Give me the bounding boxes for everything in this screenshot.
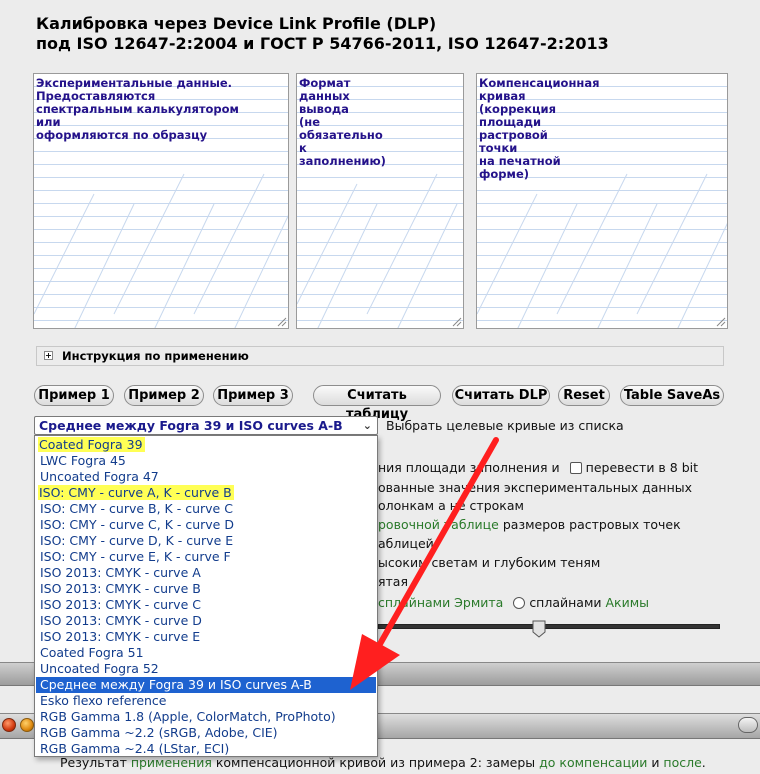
dropdown-option[interactable]: RGB Gamma ~2.2 (sRGB, Adobe, CIE): [36, 725, 376, 741]
dropdown-option-label: ISO 2013: CMYK - curve C: [40, 597, 201, 612]
option-experimental-values: ованные значения экспериментальных данны…: [378, 480, 693, 495]
example-3-button[interactable]: Пример 3: [213, 385, 293, 406]
footer-link-before[interactable]: до компенсации: [539, 755, 647, 770]
footer-part: Результат: [60, 755, 131, 770]
footer-part: компенсационной кривой из примера 2: зам…: [211, 755, 540, 770]
option-comma: ятая: [378, 574, 408, 589]
dropdown-option[interactable]: ISO: CMY - curve C, K - curve D: [36, 517, 376, 533]
dropdown-option-label: Esko flexo reference: [40, 693, 167, 708]
experimental-data-text: Экспериментальные данные. Предоставляютс…: [36, 76, 239, 142]
output-format-textarea[interactable]: Формат данных вывода (не обязательно к з…: [296, 73, 464, 329]
option-highlights-shadows: ысоким светам и глубоким теням: [378, 555, 601, 570]
select-value: Среднее между Fogra 39 и ISO curves A-B: [39, 418, 343, 433]
dropdown-option[interactable]: ISO: CMY - curve B, K - curve C: [36, 501, 376, 517]
dropdown-option-label: Uncoated Fogra 47: [40, 469, 159, 484]
dropdown-option[interactable]: RGB Gamma ~2.4 (LStar, ECI): [36, 741, 376, 757]
dropdown-option-label: ISO: CMY - curve D, K - curve E: [40, 533, 234, 548]
resize-grip-icon[interactable]: [716, 317, 726, 327]
hermite-splines-link[interactable]: сплайнами Эрмита: [378, 595, 503, 610]
title-line-2: под ISO 12647-2:2004 и ГОСТ Р 54766-2011…: [36, 34, 609, 53]
dropdown-option[interactable]: ISO 2013: CMYK - curve C: [36, 597, 376, 613]
experimental-data-textarea[interactable]: Экспериментальные данные. Предоставляютс…: [33, 73, 289, 329]
dropdown-option-label: Среднее между Fogra 39 и ISO curves A-B: [40, 677, 312, 692]
dropdown-option-label: RGB Gamma ~2.2 (sRGB, Adobe, CIE): [40, 725, 278, 740]
example-1-button[interactable]: Пример 1: [34, 385, 114, 406]
dropdown-option[interactable]: Coated Fogra 39: [36, 437, 376, 453]
output-format-text: Формат данных вывода (не обязательно к з…: [299, 76, 386, 168]
dropdown-option-label: RGB Gamma 1.8 (Apple, ColorMatch, ProPho…: [40, 709, 336, 724]
option-fill-area: ния площади заполнения и перевести в 8 b…: [378, 460, 698, 476]
dropdown-option[interactable]: RGB Gamma 1.8 (Apple, ColorMatch, ProPho…: [36, 709, 376, 725]
dropdown-option[interactable]: Esko flexo reference: [36, 693, 376, 709]
instructions-label: Инструкция по применению: [62, 349, 249, 363]
dropdown-option[interactable]: ISO 2013: CMYK - curve D: [36, 613, 376, 629]
fill-area-label: ния площади заполнения и: [378, 460, 560, 475]
reset-button[interactable]: Reset: [558, 385, 610, 406]
akima-radio[interactable]: [513, 597, 526, 609]
dropdown-option-label: Coated Fogra 39: [38, 437, 145, 452]
read-table-button[interactable]: Считать таблицу: [313, 385, 441, 422]
calibration-table-link[interactable]: ровочной таблице: [378, 517, 499, 532]
window-toggle-button[interactable]: [738, 717, 758, 733]
footer-part: и: [647, 755, 664, 770]
select-hint: Выбрать целевые кривые из списка: [386, 418, 624, 433]
footer-link-application[interactable]: применения: [131, 755, 212, 770]
close-window-icon[interactable]: [2, 718, 16, 732]
dropdown-option-label: Uncoated Fogra 52: [40, 661, 159, 676]
dropdown-option-label: ISO 2013: CMYK - curve E: [40, 629, 201, 644]
slider-track[interactable]: [378, 624, 720, 629]
resize-grip-icon[interactable]: [452, 317, 462, 327]
dropdown-option-label: ISO: CMY - curve A, K - curve B: [38, 485, 234, 500]
dropdown-option-label: ISO 2013: CMYK - curve D: [40, 613, 202, 628]
dropdown-option-label: LWC Fogra 45: [40, 453, 126, 468]
table-saveas-button[interactable]: Table SaveAs: [620, 385, 724, 406]
dropdown-option[interactable]: ISO 2013: CMYK - curve A: [36, 565, 376, 581]
convert-8bit-label: перевести в 8 bit: [585, 460, 699, 475]
dropdown-option[interactable]: ISO: CMY - curve E, K - curve F: [36, 549, 376, 565]
dropdown-option[interactable]: Coated Fogra 51: [36, 645, 376, 661]
dropdown-option[interactable]: Uncoated Fogra 47: [36, 469, 376, 485]
footer-result-text: Результат применения компенсационной кри…: [60, 755, 706, 771]
resize-grip-icon[interactable]: [277, 317, 287, 327]
footer-part: .: [701, 755, 706, 770]
dropdown-option[interactable]: LWC Fogra 45: [36, 453, 376, 469]
minimize-window-icon[interactable]: [20, 718, 34, 732]
dropdown-option-label: ISO 2013: CMYK - curve A: [40, 565, 201, 580]
instructions-toggle[interactable]: + Инструкция по применению: [36, 346, 724, 366]
dropdown-option-label: Coated Fogra 51: [40, 645, 144, 660]
compensation-curve-textarea[interactable]: Компенсационная кривая (коррекция площад…: [476, 73, 728, 329]
slider-thumb[interactable]: [532, 620, 546, 638]
footer-link-after[interactable]: после: [663, 755, 701, 770]
compensation-curve-text: Компенсационная кривая (коррекция площад…: [479, 76, 600, 181]
option-splines: сплайнами Эрмита сплайнами Акимы: [378, 595, 649, 611]
dropdown-option[interactable]: ISO 2013: CMYK - curve B: [36, 581, 376, 597]
dropdown-option-label: ISO 2013: CMYK - curve B: [40, 581, 201, 596]
dropdown-option[interactable]: ISO 2013: CMYK - curve E: [36, 629, 376, 645]
dropdown-option-label: ISO: CMY - curve B, K - curve C: [40, 501, 233, 516]
dot-sizes-label: размеров растровых точек: [498, 517, 681, 532]
dropdown-option-selected[interactable]: Среднее между Fogra 39 и ISO curves A-B: [36, 677, 376, 693]
option-table: аблицей: [378, 536, 434, 551]
dropdown-option[interactable]: ISO: CMY - curve D, K - curve E: [36, 533, 376, 549]
option-calibration-table: ровочной таблице размеров растровых точе…: [378, 517, 681, 533]
option-columns: олонкам а не строкам: [378, 498, 524, 513]
page-title: Калибровка через Device Link Profile (DL…: [36, 14, 736, 54]
dropdown-option[interactable]: ISO: CMY - curve A, K - curve B: [36, 485, 376, 501]
dropdown-option-label: ISO: CMY - curve C, K - curve D: [40, 517, 234, 532]
dropdown-option-label: ISO: CMY - curve E, K - curve F: [40, 549, 231, 564]
convert-8bit-checkbox[interactable]: [569, 462, 582, 474]
chevron-down-icon[interactable]: ⌄: [363, 417, 372, 434]
title-line-1: Калибровка через Device Link Profile (DL…: [36, 14, 437, 33]
akima-label: сплайнами: [529, 595, 606, 610]
target-curves-dropdown-list[interactable]: Coated Fogra 39 LWC Fogra 45 Uncoated Fogr…: [34, 435, 378, 757]
dropdown-option-label: RGB Gamma ~2.4 (LStar, ECI): [40, 741, 230, 756]
read-dlp-button[interactable]: Считать DLP: [452, 385, 550, 406]
target-curves-select[interactable]: Среднее между Fogra 39 и ISO curves A-B …: [34, 416, 378, 435]
expand-plus-icon[interactable]: +: [44, 351, 53, 360]
dropdown-option[interactable]: Uncoated Fogra 52: [36, 661, 376, 677]
akima-link[interactable]: Акимы: [606, 595, 650, 610]
example-2-button[interactable]: Пример 2: [124, 385, 204, 406]
